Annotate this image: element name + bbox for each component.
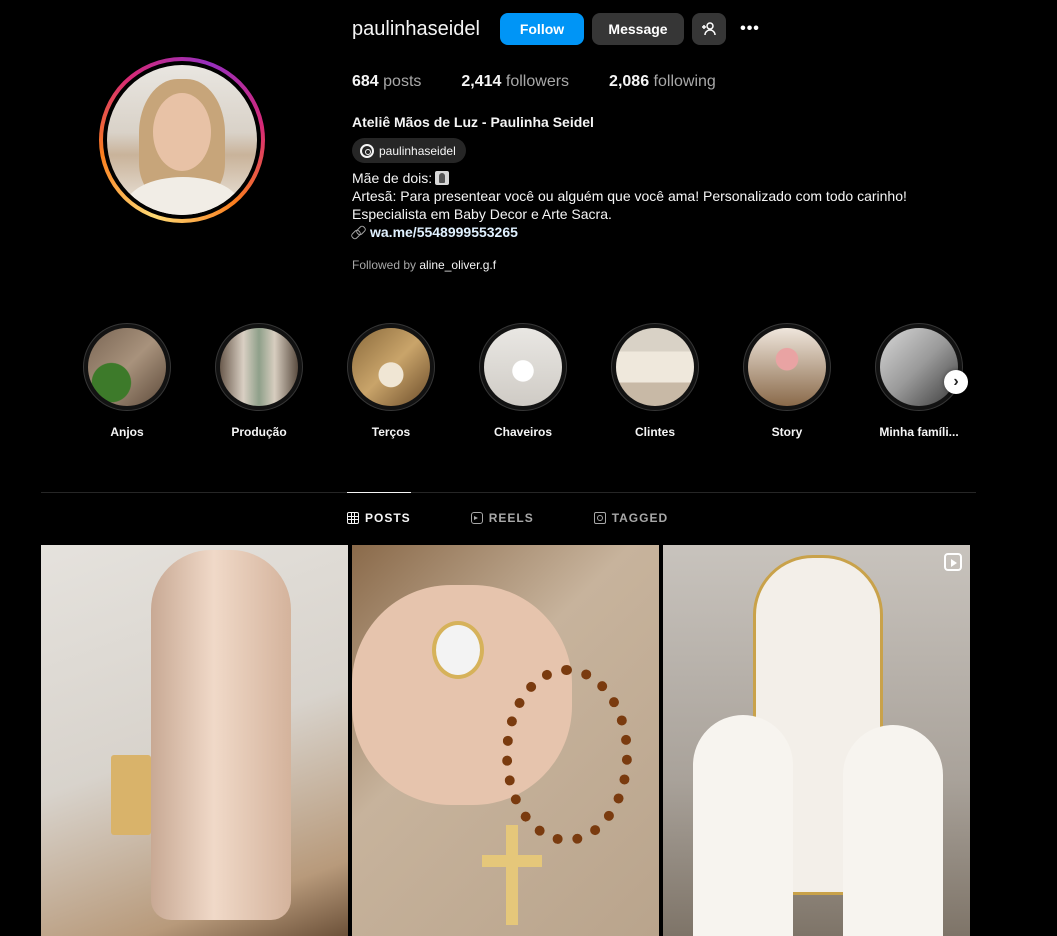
highlight-item[interactable]: Anjos	[83, 323, 171, 439]
post-thumbnail[interactable]	[41, 545, 348, 936]
threads-icon	[360, 143, 374, 158]
highlight-item[interactable]: Clintes	[611, 323, 699, 439]
tagged-icon	[593, 512, 606, 524]
highlight-ring	[347, 323, 435, 411]
followers-label: followers	[505, 73, 570, 90]
follow-button[interactable]: Follow	[500, 13, 584, 45]
post-image-detail	[482, 825, 542, 925]
highlight-item[interactable]: Chaveiros	[479, 323, 567, 439]
emoji-icon	[435, 171, 450, 185]
threads-handle: paulinhaseidel	[379, 143, 456, 158]
chevron-right-icon: ›	[953, 373, 959, 390]
story-highlights: Anjos Produção Terços Chaveiros Clintes …	[83, 323, 963, 439]
highlight-item[interactable]: Produção	[215, 323, 303, 439]
highlight-label: Minha famíli...	[879, 425, 959, 439]
highlight-item[interactable]: Story	[743, 323, 831, 439]
highlight-label: Story	[771, 425, 803, 439]
followed-by[interactable]: Followed by aline_oliver.g.f	[352, 258, 496, 272]
reels-icon	[470, 512, 483, 524]
followed-by-user[interactable]: aline_oliver.g.f	[419, 258, 496, 272]
tab-tagged-label: TAGGED	[611, 511, 669, 525]
avatar-photo	[107, 65, 257, 215]
post-image-detail	[502, 665, 632, 845]
tab-posts[interactable]: POSTS	[347, 511, 411, 525]
message-button[interactable]: Message	[592, 13, 684, 45]
highlight-thumbnail	[616, 328, 694, 406]
link-icon	[352, 226, 364, 238]
bio-line: Especialista em Baby Decor e Arte Sacra.	[352, 206, 612, 222]
profile-full-name: Ateliê Mãos de Luz - Paulinha Seidel	[352, 114, 594, 130]
active-tab-indicator	[347, 492, 411, 493]
tabs-divider	[41, 492, 976, 493]
posts-label: posts	[383, 73, 422, 90]
bio-line-text: Mãe de dois:	[352, 170, 433, 186]
highlight-thumbnail	[352, 328, 430, 406]
suggest-accounts-button[interactable]	[692, 13, 726, 45]
tab-reels[interactable]: REELS	[470, 511, 534, 525]
highlight-thumbnail	[748, 328, 826, 406]
posts-grid	[41, 545, 970, 936]
grid-icon	[347, 512, 359, 524]
followed-by-prefix: Followed by	[352, 258, 417, 272]
highlight-thumbnail	[484, 328, 562, 406]
profile-bio: Mãe de dois: Artesã: Para presentear voc…	[352, 169, 907, 223]
highlight-ring	[875, 323, 963, 411]
followers-count: 2,414	[461, 73, 502, 90]
bio-line: Artesã: Para presentear você ou alguém q…	[352, 188, 907, 204]
posts-count: 684	[352, 73, 379, 90]
reel-icon	[944, 553, 962, 571]
highlight-thumbnail	[88, 328, 166, 406]
more-options-button[interactable]: •••	[736, 13, 764, 45]
profile-tabs: POSTS REELS TAGGED	[347, 511, 668, 525]
highlight-thumbnail	[880, 328, 958, 406]
following-stat[interactable]: 2,086 following	[609, 73, 716, 91]
tab-tagged[interactable]: TAGGED	[593, 511, 669, 525]
highlight-label: Produção	[231, 425, 287, 439]
post-image-detail	[843, 725, 943, 936]
highlights-next-button[interactable]: ›	[944, 370, 968, 394]
post-image-detail	[151, 550, 291, 920]
following-label: following	[653, 73, 716, 90]
avatar-inner-border	[103, 61, 261, 219]
highlight-thumbnail	[220, 328, 298, 406]
highlight-ring	[611, 323, 699, 411]
bio-line: Mãe de dois:	[352, 169, 907, 187]
post-thumbnail[interactable]	[352, 545, 659, 936]
following-count: 2,086	[609, 73, 650, 90]
profile-link[interactable]: wa.me/5548999553265	[352, 224, 518, 240]
post-image-detail	[693, 715, 793, 936]
avatar-face	[153, 93, 211, 171]
profile-stats: 684 posts 2,414 followers 2,086 followin…	[352, 73, 716, 91]
post-image-detail	[111, 755, 151, 835]
profile-avatar[interactable]	[99, 57, 265, 223]
threads-badge[interactable]: paulinhaseidel	[352, 138, 466, 163]
posts-stat[interactable]: 684 posts	[352, 73, 421, 91]
highlight-label: Chaveiros	[493, 425, 553, 439]
highlight-ring	[83, 323, 171, 411]
tab-reels-label: REELS	[488, 511, 534, 525]
highlight-item[interactable]: Terços	[347, 323, 435, 439]
highlight-label: Clintes	[634, 425, 675, 439]
tab-posts-label: POSTS	[365, 511, 411, 525]
highlight-label: Terços	[371, 425, 411, 439]
post-thumbnail[interactable]	[663, 545, 970, 936]
followers-stat[interactable]: 2,414 followers	[461, 73, 569, 91]
profile-username: paulinhaseidel	[352, 18, 480, 40]
highlight-ring	[743, 323, 831, 411]
profile-link-text[interactable]: wa.me/5548999553265	[370, 224, 518, 240]
highlight-label: Anjos	[110, 425, 144, 439]
add-user-icon	[702, 22, 716, 36]
post-image-detail	[432, 621, 484, 679]
highlight-ring	[479, 323, 567, 411]
highlight-ring	[215, 323, 303, 411]
